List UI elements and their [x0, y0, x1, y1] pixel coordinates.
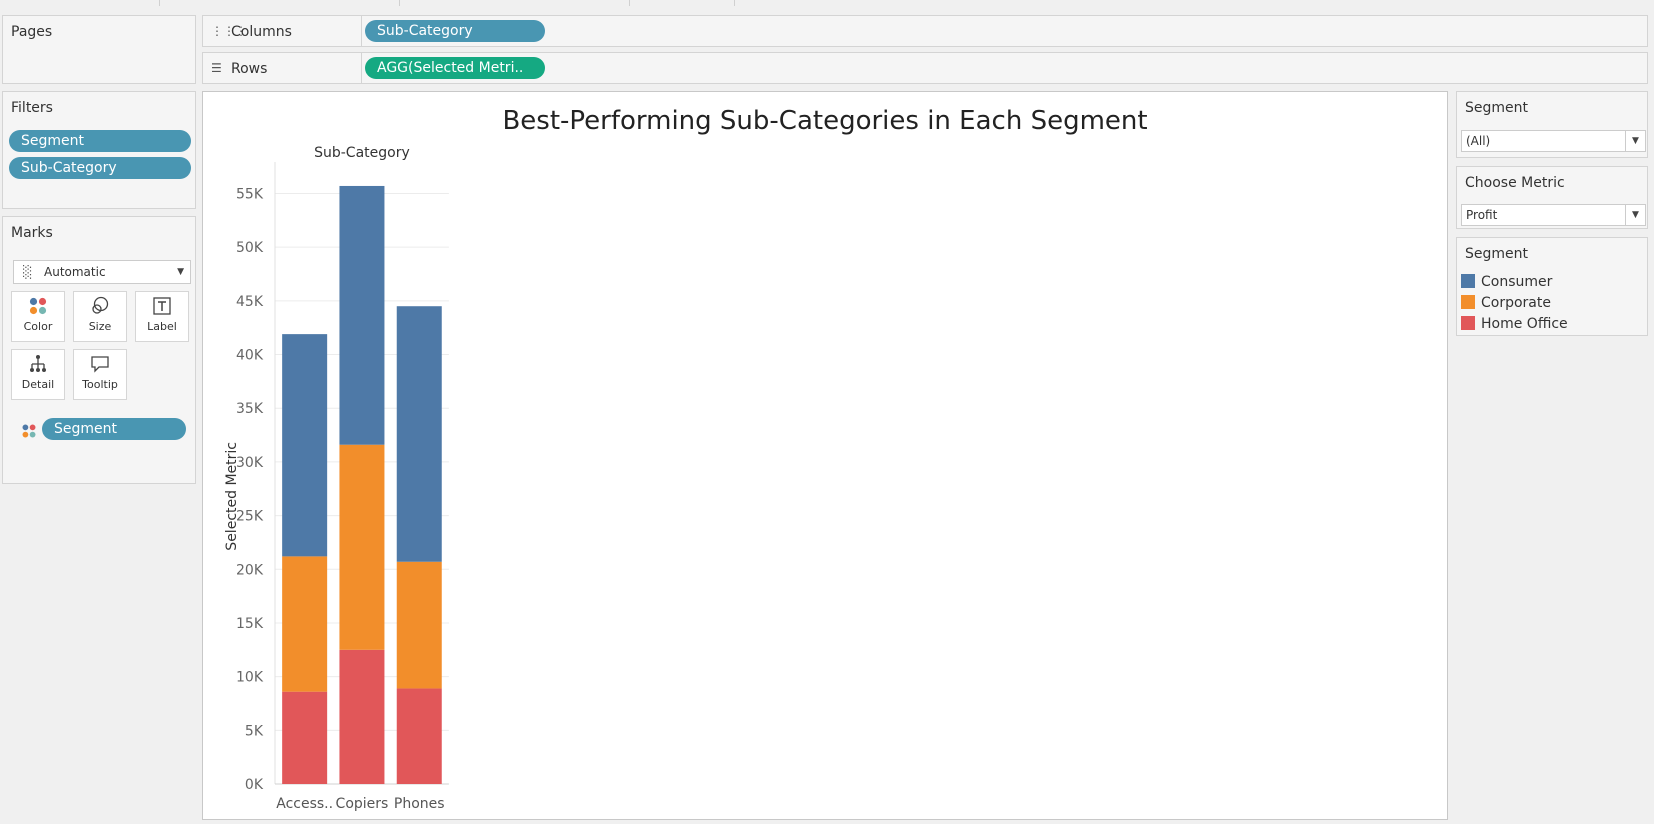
choose-metric-dropdown[interactable]: Profit ▼ [1461, 204, 1646, 226]
stacked-bar-chart: 0K 5K 10K 15K 20K 25K 30K 35K 40K 45K 50K 55K Access… [224, 145, 449, 812]
size-label: Size [88, 320, 112, 333]
color-encoding-icon [21, 423, 37, 443]
tooltip-button[interactable]: Tooltip [73, 349, 127, 400]
y-tick-label: 30K [236, 455, 264, 471]
x-axis-title: Sub-Category [314, 145, 410, 161]
bar-consumer [339, 185, 385, 445]
label-icon [136, 292, 188, 320]
top-tab[interactable] [400, 0, 630, 6]
legend-label: Corporate [1481, 295, 1551, 311]
legend-item-home-office[interactable]: Home Office [1461, 314, 1568, 334]
detail-button[interactable]: Detail [11, 349, 65, 400]
y-tick-label: 0K [245, 777, 264, 793]
choose-metric-value: Profit [1466, 208, 1498, 222]
y-tick-label: 10K [236, 670, 264, 686]
y-tick-label: 35K [236, 401, 264, 417]
segment-filter-value: (All) [1466, 134, 1491, 148]
bar-corporate [282, 556, 328, 692]
rows-icon: ☰ [211, 61, 222, 75]
filter-pill-sub-category[interactable]: Sub-Category [9, 157, 191, 179]
rows-shelf[interactable]: ☰ Rows AGG(Selected Metri.. [202, 52, 1648, 84]
bar-home-office [396, 688, 442, 784]
top-tab-strip [0, 0, 1654, 8]
filters-card[interactable]: Filters Segment Sub-Category [2, 91, 196, 209]
filters-title: Filters [11, 100, 53, 116]
y-tick-label: 20K [236, 562, 264, 578]
visualization-pane[interactable]: Best-Performing Sub-Categories in Each S… [202, 91, 1448, 820]
legend-item-corporate[interactable]: Corporate [1461, 293, 1551, 313]
columns-shelf[interactable]: ⋮⋮⋮ Columns Sub-Category [202, 15, 1648, 47]
choose-metric-title: Choose Metric [1465, 175, 1565, 191]
y-tick-label: 15K [236, 616, 264, 632]
color-icon [12, 292, 64, 320]
segment-legend-card[interactable]: Segment Consumer Corporate Home Office [1456, 237, 1648, 336]
size-button[interactable]: Size [73, 291, 127, 342]
chevron-down-icon: ▼ [1625, 131, 1645, 151]
chevron-down-icon: ▼ [1625, 205, 1645, 225]
legend-swatch [1461, 316, 1475, 330]
legend-item-consumer[interactable]: Consumer [1461, 272, 1552, 292]
legend-swatch [1461, 295, 1475, 309]
segment-filter-dropdown[interactable]: (All) ▼ [1461, 130, 1646, 152]
bar-chart-icon: ░ [23, 265, 33, 279]
choose-metric-card[interactable]: Choose Metric Profit ▼ [1456, 166, 1648, 229]
shelf-divider [361, 16, 362, 46]
shelf-divider [361, 53, 362, 83]
bar-home-office [339, 649, 385, 784]
x-tick-label: Access.. [276, 796, 333, 812]
segment-legend-title: Segment [1465, 246, 1528, 262]
mark-type-label: Automatic [44, 265, 106, 279]
chevron-down-icon: ▼ [177, 267, 184, 277]
legend-label: Consumer [1481, 274, 1553, 290]
y-tick-label: 25K [236, 509, 264, 525]
bar-corporate [396, 561, 442, 689]
x-tick-label: Copiers [336, 796, 389, 812]
color-label: Color [23, 320, 53, 333]
rows-label: Rows [231, 61, 268, 77]
bar-consumer [396, 306, 442, 562]
y-tick-label: 45K [236, 294, 264, 310]
label-label: Label [147, 320, 177, 333]
segment-filter-title: Segment [1465, 100, 1528, 116]
y-tick-label: 5K [245, 723, 264, 739]
bar-home-office [282, 691, 328, 784]
top-tab[interactable] [160, 0, 400, 6]
rows-pill-selected-metric[interactable]: AGG(Selected Metri.. [365, 57, 545, 79]
marks-card[interactable]: Marks ░ Automatic ▼ Color Size Label Det… [2, 216, 196, 484]
color-button[interactable]: Color [11, 291, 65, 342]
columns-pill-sub-category[interactable]: Sub-Category [365, 20, 545, 42]
detail-icon [12, 350, 64, 378]
y-tick-label: 55K [236, 186, 264, 202]
top-tab[interactable] [0, 0, 160, 6]
legend-swatch [1461, 274, 1475, 288]
pages-card[interactable]: Pages [2, 15, 196, 84]
legend-label: Home Office [1481, 316, 1568, 332]
label-button[interactable]: Label [135, 291, 189, 342]
columns-label: Columns [231, 24, 292, 40]
marks-title: Marks [11, 225, 53, 241]
y-tick-label: 40K [236, 348, 264, 364]
y-axis-title: Selected Metric [224, 442, 240, 551]
pages-title: Pages [11, 24, 53, 40]
size-icon [74, 292, 126, 320]
x-tick-label: Phones [394, 796, 445, 812]
filter-pill-segment[interactable]: Segment [9, 130, 191, 152]
bar-consumer [282, 334, 328, 557]
mark-type-dropdown[interactable]: ░ Automatic ▼ [13, 260, 191, 284]
top-tab[interactable] [630, 0, 735, 6]
bar-corporate [339, 444, 385, 650]
y-tick-label: 50K [236, 240, 264, 256]
segment-filter-card[interactable]: Segment (All) ▼ [1456, 91, 1648, 158]
tooltip-icon [74, 350, 126, 378]
tooltip-label: Tooltip [82, 378, 118, 391]
marks-pill-segment[interactable]: Segment [42, 418, 186, 440]
detail-label: Detail [21, 378, 55, 391]
